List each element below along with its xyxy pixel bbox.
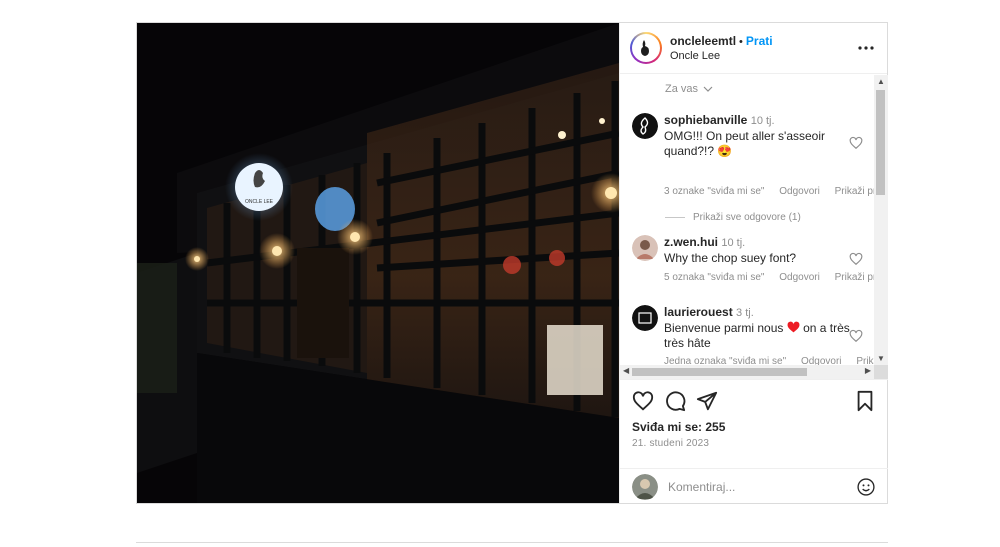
view-replies-label: Prikaži sve odgovore (1) [693,212,801,223]
likes-count[interactable]: Sviđa mi se: 255 [632,420,725,434]
heart-icon[interactable] [849,252,863,266]
post-date[interactable]: 21. studeni 2023 [632,438,709,449]
comment-text: OMG!!! On peut aller s'asseoir quand?!? … [664,129,826,158]
sign-text: ONCLE LEE [245,199,274,205]
reply-button[interactable]: Odgovori [779,186,820,197]
like-count-link[interactable]: 3 oznake "sviđa mi se" [664,186,764,197]
comment-time: 10 tj. [721,237,746,249]
share-icon[interactable] [696,390,718,412]
horizontal-scrollbar[interactable]: ◀ ▶ [620,365,874,379]
scroll-right-arrow-icon[interactable]: ▶ [865,366,871,375]
comment-icon[interactable] [664,390,686,412]
avatar[interactable] [632,473,658,500]
scroll-left-arrow-icon[interactable]: ◀ [623,366,629,375]
restaurant-night-photo: ONCLE LEE [137,23,619,503]
scroll-up-arrow-icon[interactable]: ▲ [877,77,885,86]
post-actions: Sviđa mi se: 255 21. studeni 2023 [620,379,888,503]
heart-icon[interactable] [849,136,863,150]
scrollbar-corner [874,365,888,379]
view-replies-button[interactable]: Prikaži sve odgovore (1) [665,212,801,223]
scroll-down-arrow-icon[interactable]: ▼ [877,354,885,363]
vertical-scrollbar[interactable]: ▲ ▼ [874,75,888,365]
avatar[interactable] [632,305,658,331]
heart-icon[interactable] [849,329,863,343]
horizontal-scrollbar-thumb[interactable] [632,368,807,376]
avatar[interactable] [632,235,658,261]
page: ONCLE LEE oncleleemtl • Prati Oncle Lee … [0,0,1000,547]
like-count-link[interactable]: Jedna oznaka "sviđa mi se" [664,356,786,365]
vertical-scrollbar-thumb[interactable] [876,90,885,195]
comment-text-part1: Bienvenue parmi nous [664,321,784,335]
comment-time: 10 tj. [750,115,775,127]
bookmark-icon[interactable] [854,390,876,412]
comment-text: Why the chop suey font? [664,251,797,265]
separator-dot: • [739,35,743,48]
page-divider [136,542,888,543]
reply-button[interactable]: Odgovori [801,356,842,365]
sort-dropdown[interactable]: Za vas [665,83,713,95]
post-username[interactable]: oncleleemtl [670,34,736,48]
comment-username[interactable]: laurierouest [664,305,733,319]
comment-username[interactable]: sophiebanville [664,113,747,127]
reply-button[interactable]: Odgovori [779,272,820,283]
comments-list[interactable]: Za vas sophiebanville 10 tj. OMG!!! On p… [620,75,888,365]
rabbit-logo-icon [635,37,657,59]
sort-label: Za vas [665,83,699,95]
post-header: oncleleemtl • Prati Oncle Lee [620,23,887,74]
profile-avatar[interactable] [630,32,662,64]
follow-button[interactable]: Prati [746,34,773,48]
more-options-icon[interactable] [857,39,875,57]
comment-time: 3 tj. [736,307,754,319]
heart-icon[interactable] [632,390,654,412]
comment-input[interactable] [668,479,856,494]
post-photo[interactable]: ONCLE LEE [137,23,619,503]
comment-composer [620,468,888,504]
emoji-icon[interactable] [856,477,876,497]
post-sidebar: oncleleemtl • Prati Oncle Lee Za vas sop… [619,23,888,503]
location-label[interactable]: Oncle Lee [670,49,857,63]
red-heart-emoji-icon [787,321,800,333]
comment-username[interactable]: z.wen.hui [664,235,718,249]
like-count-link[interactable]: 5 oznaka "sviđa mi se" [664,272,764,283]
chevron-down-icon [703,86,713,92]
post-dialog: ONCLE LEE oncleleemtl • Prati Oncle Lee … [136,22,888,504]
avatar[interactable] [632,113,658,139]
